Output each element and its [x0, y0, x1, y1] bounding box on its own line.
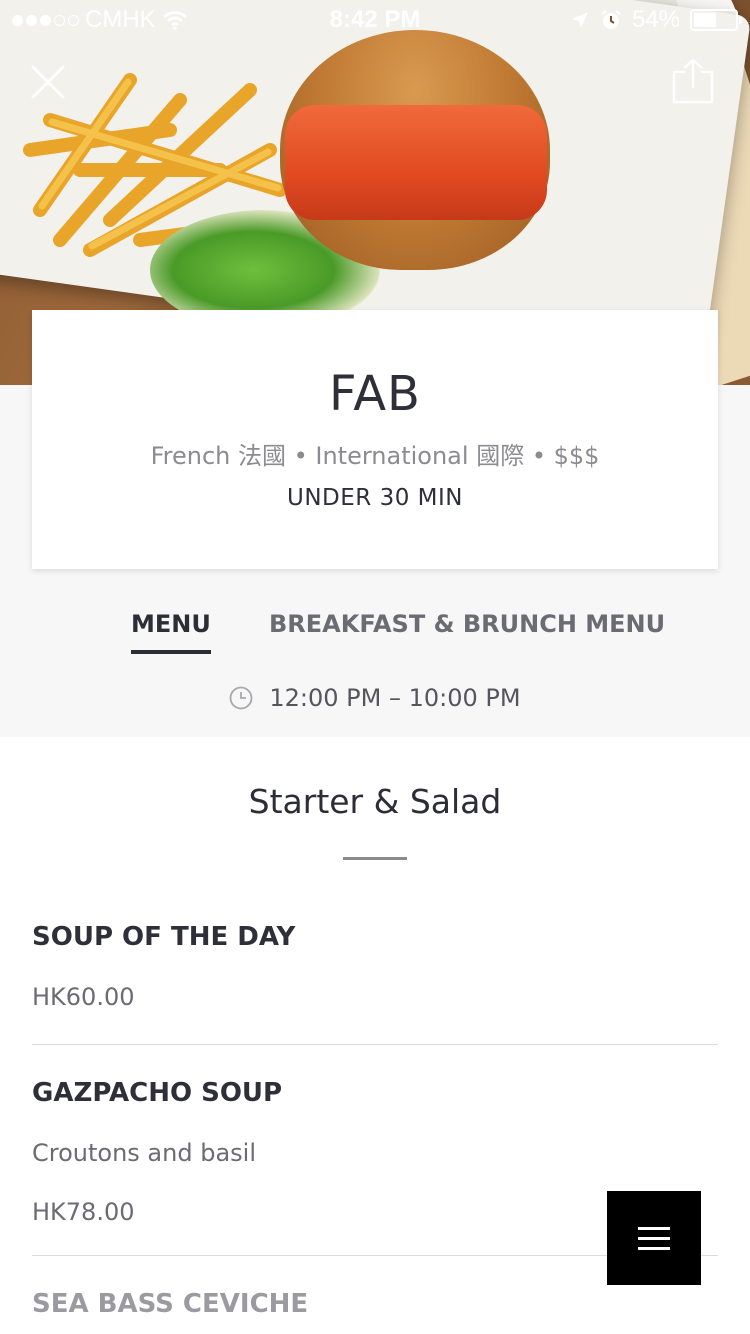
menu-item-soup-of-the-day[interactable]: SOUP OF THE DAY HK60.00 — [32, 922, 718, 1011]
share-icon — [672, 58, 714, 104]
status-bar: CMHK 8:42 PM 54% — [0, 0, 750, 40]
restaurant-cuisine: French 法國 • International 國際 • $$$ — [150, 442, 600, 470]
tab-breakfast-brunch-menu[interactable]: BREAKFAST & BRUNCH MENU — [269, 610, 665, 638]
item-description: Croutons and basil — [32, 1139, 256, 1167]
menu-categories-button[interactable] — [607, 1191, 701, 1285]
tab-menu[interactable]: MENU — [131, 610, 211, 654]
close-button[interactable] — [28, 62, 68, 102]
battery-percent: 54% — [631, 6, 680, 33]
restaurant-info-card: FAB French 法國 • International 國際 • $$$ U… — [32, 310, 718, 569]
item-price: HK60.00 — [32, 983, 135, 1011]
delivery-time: UNDER 30 MIN — [287, 485, 463, 511]
menu-item-sea-bass-ceviche[interactable]: SEA BASS CEVICHE — [32, 1289, 718, 1319]
opening-hours: 12:00 PM – 10:00 PM — [0, 680, 750, 716]
item-divider — [32, 1044, 718, 1045]
location-arrow-icon — [571, 12, 588, 28]
item-name: SOUP OF THE DAY — [32, 922, 296, 952]
close-icon — [31, 65, 65, 99]
menu-tabs: MENU BREAKFAST & BRUNCH MENU — [0, 610, 750, 660]
hamburger-icon — [638, 1226, 670, 1230]
section-title: Starter & Salad — [248, 782, 502, 821]
restaurant-name: FAB — [329, 366, 421, 422]
item-name: SEA BASS CEVICHE — [32, 1289, 309, 1319]
item-name: GAZPACHO SOUP — [32, 1078, 283, 1108]
clock-icon — [229, 686, 253, 710]
battery-icon — [690, 9, 742, 31]
alarm-icon — [601, 10, 621, 29]
share-button[interactable] — [672, 58, 714, 104]
section-divider — [343, 857, 407, 860]
opening-hours-text: 12:00 PM – 10:00 PM — [269, 684, 521, 712]
